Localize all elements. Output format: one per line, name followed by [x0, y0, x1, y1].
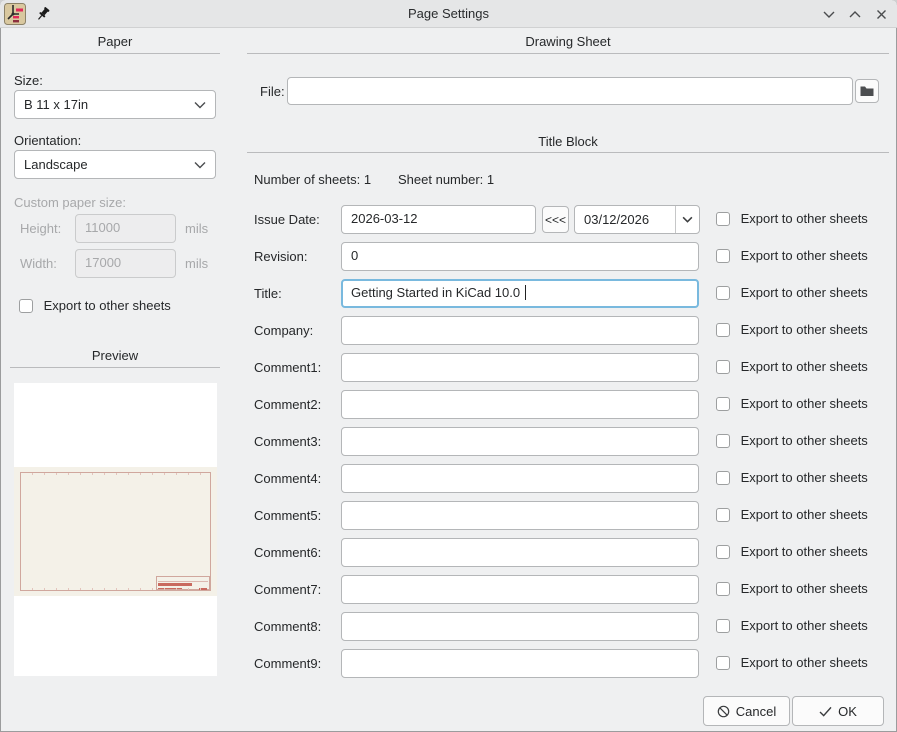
comment6-input[interactable]: [341, 538, 699, 567]
export-checkbox-label: Export to other sheets: [741, 544, 868, 559]
cancel-icon: [717, 705, 730, 718]
comment3-input[interactable]: [341, 427, 699, 456]
comment2-export-checkbox[interactable]: [716, 397, 730, 411]
comment7-input[interactable]: [341, 575, 699, 604]
revision-input[interactable]: 0: [341, 242, 699, 271]
issue-date-label: Issue Date:: [254, 212, 320, 227]
export-checkbox-label: Export to other sheets: [741, 618, 868, 633]
sheet-number-text: Sheet number: 1: [398, 172, 494, 187]
export-checkbox-label: Export to other sheets: [741, 433, 868, 448]
field-label: Comment2:: [254, 397, 321, 412]
divider: [247, 53, 889, 54]
comment2-input[interactable]: [341, 390, 699, 419]
title-block-row: Comment9: Export to other sheets: [247, 649, 889, 678]
ok-button[interactable]: OK: [792, 696, 884, 726]
export-checkbox-label: Export to other sheets: [741, 248, 868, 263]
field-label: Comment4:: [254, 471, 321, 486]
title-block-section-header: Title Block: [247, 134, 889, 149]
title-block-row: Comment5: Export to other sheets: [247, 501, 889, 530]
number-of-sheets-text: Number of sheets: 1: [254, 172, 371, 187]
export-checkbox-label: Export to other sheets: [741, 581, 868, 596]
comment6-export-checkbox[interactable]: [716, 545, 730, 559]
copy-date-button[interactable]: <<<: [542, 206, 569, 233]
export-checkbox-label: Export to other sheets: [741, 359, 868, 374]
field-label: Comment1:: [254, 360, 321, 375]
window-title: Page Settings: [0, 0, 897, 28]
title-block-row: Comment1: Export to other sheets: [247, 353, 889, 382]
text-caret: [525, 285, 526, 300]
field-label: Company:: [254, 323, 313, 338]
title-block-row: Comment4: Export to other sheets: [247, 464, 889, 493]
chevron-up-icon: [849, 10, 861, 18]
issue-date-export-checkbox[interactable]: [716, 212, 730, 226]
title-block-row: Revision: 0 Export to other sheets: [247, 242, 889, 271]
chevron-down-icon: [682, 216, 693, 223]
comment8-export-checkbox[interactable]: [716, 619, 730, 633]
title-block-row: Company: Export to other sheets: [247, 316, 889, 345]
title-input[interactable]: Getting Started in KiCad 10.0: [341, 279, 699, 308]
title-block-rows: Issue Date: 2026-03-12 <<< 03/12/2026: [247, 205, 889, 686]
field-label: Revision:: [254, 249, 307, 264]
title-block-row: Comment7: Export to other sheets: [247, 575, 889, 604]
chevron-down-icon: [823, 10, 835, 18]
export-checkbox-label: Export to other sheets: [741, 322, 868, 337]
file-label: File:: [260, 84, 285, 99]
comment1-export-checkbox[interactable]: [716, 360, 730, 374]
date-picker[interactable]: 03/12/2026: [574, 205, 700, 234]
field-label: Comment5:: [254, 508, 321, 523]
title-block-row: Comment3: Export to other sheets: [247, 427, 889, 456]
close-icon: [876, 9, 887, 20]
export-checkbox-label: Export to other sheets: [741, 655, 868, 670]
comment5-export-checkbox[interactable]: [716, 508, 730, 522]
title-block-row: Comment6: Export to other sheets: [247, 538, 889, 567]
export-checkbox-label: Export to other sheets: [741, 211, 868, 226]
issue-date-value: 2026-03-12: [351, 211, 418, 226]
field-label: Comment7:: [254, 582, 321, 597]
file-input[interactable]: [287, 77, 853, 105]
check-icon: [819, 706, 832, 717]
comment9-export-checkbox[interactable]: [716, 656, 730, 670]
field-label: Title:: [254, 286, 282, 301]
folder-icon: [860, 85, 874, 97]
company-input[interactable]: [341, 316, 699, 345]
title-block-row: Title: Getting Started in KiCad 10.0 Exp…: [247, 279, 889, 308]
field-label: Comment8:: [254, 619, 321, 634]
close-button[interactable]: [871, 4, 891, 24]
comment4-input[interactable]: [341, 464, 699, 493]
field-label: Comment9:: [254, 656, 321, 671]
field-label: Comment3:: [254, 434, 321, 449]
export-checkbox-label: Export to other sheets: [741, 507, 868, 522]
export-checkbox-label: Export to other sheets: [741, 470, 868, 485]
divider: [247, 152, 889, 153]
titlebar[interactable]: Page Settings: [0, 0, 897, 28]
revision-export-checkbox[interactable]: [716, 249, 730, 263]
export-checkbox-label: Export to other sheets: [741, 285, 868, 300]
title-block-row: Comment2: Export to other sheets: [247, 390, 889, 419]
comment9-input[interactable]: [341, 649, 699, 678]
comment8-input[interactable]: [341, 612, 699, 641]
minimize-button[interactable]: [819, 4, 839, 24]
export-checkbox-label: Export to other sheets: [741, 396, 868, 411]
issue-date-row: Issue Date: 2026-03-12 <<< 03/12/2026: [247, 205, 889, 234]
maximize-button[interactable]: [845, 4, 865, 24]
comment7-export-checkbox[interactable]: [716, 582, 730, 596]
comment3-export-checkbox[interactable]: [716, 434, 730, 448]
issue-date-input[interactable]: 2026-03-12: [341, 205, 536, 234]
browse-file-button[interactable]: [855, 79, 879, 103]
field-label: Comment6:: [254, 545, 321, 560]
title-export-checkbox[interactable]: [716, 286, 730, 300]
comment5-input[interactable]: [341, 501, 699, 530]
cancel-button[interactable]: Cancel: [703, 696, 790, 726]
drawing-sheet-section-header: Drawing Sheet: [247, 34, 889, 49]
comment4-export-checkbox[interactable]: [716, 471, 730, 485]
date-picker-value: 03/12/2026: [584, 212, 649, 227]
title-block-row: Comment8: Export to other sheets: [247, 612, 889, 641]
page-settings-dialog: Page Settings Paper Size:: [0, 0, 897, 732]
company-export-checkbox[interactable]: [716, 323, 730, 337]
comment1-input[interactable]: [341, 353, 699, 382]
